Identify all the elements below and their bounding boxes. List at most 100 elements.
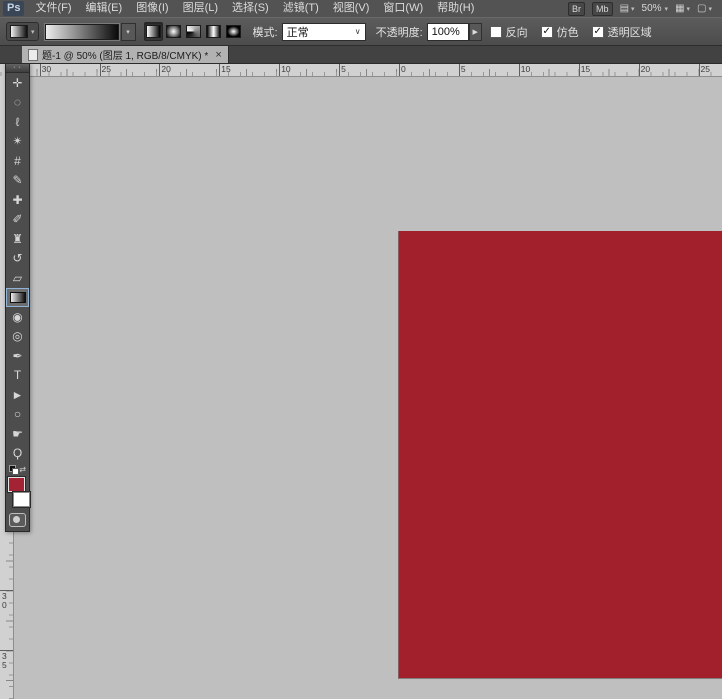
- application-bar: Br Mb ▤ ▾ 50% ▾ ▦ ▾ ▢ ▾: [568, 1, 722, 16]
- document-tab[interactable]: 题-1 @ 50% (图层 1, RGB/8/CMYK) * ×: [22, 46, 229, 63]
- ruler-tick: [518, 63, 520, 76]
- clone-stamp-tool[interactable]: ♜: [6, 229, 29, 249]
- ruler-label: 3 5: [2, 651, 7, 670]
- ruler-tick: [399, 63, 400, 76]
- ruler-tick: [458, 63, 460, 76]
- tab-title: 题-1 @ 50% (图层 1, RGB/8/CMYK) *: [42, 51, 209, 62]
- foreground-color-swatch[interactable]: [7, 476, 26, 493]
- opacity-input[interactable]: 100%: [426, 22, 469, 41]
- toolbox-header[interactable]: • •: [6, 64, 29, 73]
- gradient-tool-icon: [10, 25, 28, 38]
- screen-mode-icon: ▢: [697, 3, 707, 14]
- tool-preset-picker[interactable]: ▾: [6, 22, 39, 41]
- eyedropper-tool[interactable]: ✎: [6, 171, 29, 191]
- gradient-picker-dropdown[interactable]: ▾: [120, 22, 136, 41]
- healing-brush-tool[interactable]: ✚: [6, 190, 29, 210]
- menu-item[interactable]: 视图(V): [326, 0, 377, 17]
- dither-checkbox-box[interactable]: ✓: [540, 25, 553, 38]
- gradient-tool-icon: [9, 291, 26, 303]
- type-tool[interactable]: T: [6, 366, 29, 386]
- elliptical-marquee-tool[interactable]: ◌: [6, 93, 29, 113]
- ruler-tick: [638, 63, 640, 76]
- arrange-documents-button[interactable]: ▦ ▾: [675, 3, 690, 14]
- ruler-label: 25: [700, 64, 710, 74]
- blur-tool[interactable]: ◉: [6, 307, 29, 327]
- dodge-tool[interactable]: ◎: [6, 327, 29, 347]
- menu-item[interactable]: 文件(F): [28, 0, 78, 17]
- menu-item[interactable]: 滤镜(T): [276, 0, 326, 17]
- quick-mask-row: [6, 509, 29, 531]
- opacity-label: 不透明度:: [375, 26, 423, 39]
- ruler-label: 30: [41, 64, 52, 74]
- menu-item[interactable]: 选择(S): [225, 0, 276, 17]
- mode-label: 模式:: [252, 26, 278, 39]
- eraser-tool[interactable]: ▱: [6, 268, 29, 288]
- hand-tool[interactable]: ☛: [6, 424, 29, 444]
- document-canvas[interactable]: [398, 231, 722, 679]
- crop-tool[interactable]: #: [6, 151, 29, 171]
- reverse-checkbox-label: 反向: [505, 26, 528, 39]
- linear-gradient-button[interactable]: [143, 22, 163, 41]
- ruler-label: 3 0: [2, 591, 7, 610]
- ruler-label: 10: [520, 64, 531, 74]
- menu-items: 文件(F) 编辑(E) 图像(I) 图层(L) 选择(S) 滤镜(T) 视图(V) 窗口(W)…: [28, 0, 481, 17]
- gradient-preview[interactable]: [44, 23, 119, 40]
- radial-gradient-button[interactable]: [164, 22, 183, 41]
- pen-tool[interactable]: ✒: [6, 346, 29, 366]
- color-swatches: [6, 476, 31, 509]
- ruler-label: 0: [401, 64, 406, 74]
- launch-bridge-button[interactable]: Br: [568, 1, 586, 16]
- opacity-slider-button[interactable]: ▶: [468, 22, 482, 41]
- quick-mask-button[interactable]: [9, 513, 26, 527]
- view-extras-button[interactable]: ▤ ▾: [620, 3, 635, 14]
- ruler-label: 20: [640, 64, 651, 74]
- ruler-label: 5: [460, 64, 466, 74]
- ruler-tick: [219, 63, 221, 76]
- gradient-picker[interactable]: ▾: [44, 22, 136, 41]
- tab-close-button[interactable]: ×: [215, 49, 221, 60]
- transparency-checkbox-box[interactable]: ✓: [591, 25, 604, 38]
- options-checkboxes: 反向 ✓ 仿色 ✓ 透明区域: [489, 24, 652, 40]
- switch-colors-icon[interactable]: ⇄: [19, 465, 26, 474]
- reverse-checkbox[interactable]: 反向: [489, 24, 528, 40]
- menu-item[interactable]: 窗口(W): [376, 0, 430, 17]
- launch-mini-bridge-button[interactable]: Mb: [592, 1, 613, 16]
- chevron-down-icon: ▾: [708, 5, 712, 13]
- ruler-horizontal[interactable]: 30 25 20 15 10 5 0 5 10 15 20 25: [0, 63, 722, 77]
- ruler-tick: [578, 63, 580, 76]
- view-extras-icon: ▤: [619, 3, 630, 14]
- diamond-gradient-icon: [225, 25, 241, 38]
- brush-tool[interactable]: ✐: [6, 210, 29, 230]
- path-selection-tool[interactable]: ►: [6, 385, 29, 405]
- blend-mode-select[interactable]: 正常 ∨: [281, 22, 366, 41]
- menu-item[interactable]: 编辑(E): [79, 0, 130, 17]
- lasso-tool[interactable]: ℓ: [6, 112, 29, 132]
- reflected-gradient-icon: [205, 25, 221, 38]
- diamond-gradient-button[interactable]: [224, 22, 243, 41]
- background-color-swatch[interactable]: [12, 491, 31, 508]
- zoom-tool[interactable]: Ϙ: [6, 444, 29, 464]
- menu-item[interactable]: 帮助(H): [430, 0, 481, 17]
- history-brush-tool[interactable]: ↺: [6, 249, 29, 269]
- ruler-label: 25: [101, 64, 111, 74]
- reverse-checkbox-box[interactable]: [489, 25, 502, 38]
- screen-mode-button[interactable]: ▢ ▾: [697, 3, 712, 14]
- reflected-gradient-button[interactable]: [204, 22, 223, 41]
- gradient-tool[interactable]: [6, 287, 29, 307]
- angle-gradient-icon: [185, 25, 201, 38]
- ruler-label: 10: [281, 64, 291, 74]
- move-tool[interactable]: ✛: [6, 73, 29, 93]
- default-colors-icon[interactable]: [9, 464, 19, 475]
- menu-item[interactable]: 图层(L): [176, 0, 225, 17]
- zoom-level-button[interactable]: 50% ▾: [642, 3, 669, 14]
- ellipse-tool[interactable]: ○: [6, 405, 29, 425]
- dither-checkbox[interactable]: ✓ 仿色: [540, 24, 579, 40]
- menu-item[interactable]: 图像(I): [129, 0, 175, 17]
- blend-mode-value: 正常: [286, 26, 309, 39]
- quick-selection-tool[interactable]: ✴: [6, 132, 29, 152]
- transparency-checkbox[interactable]: ✓ 透明区域: [591, 24, 652, 40]
- ruler-label: 20: [161, 64, 171, 74]
- chevron-down-icon: ▾: [664, 5, 669, 13]
- angle-gradient-button[interactable]: [184, 22, 203, 41]
- mini-colors-row: ⇄: [6, 463, 29, 476]
